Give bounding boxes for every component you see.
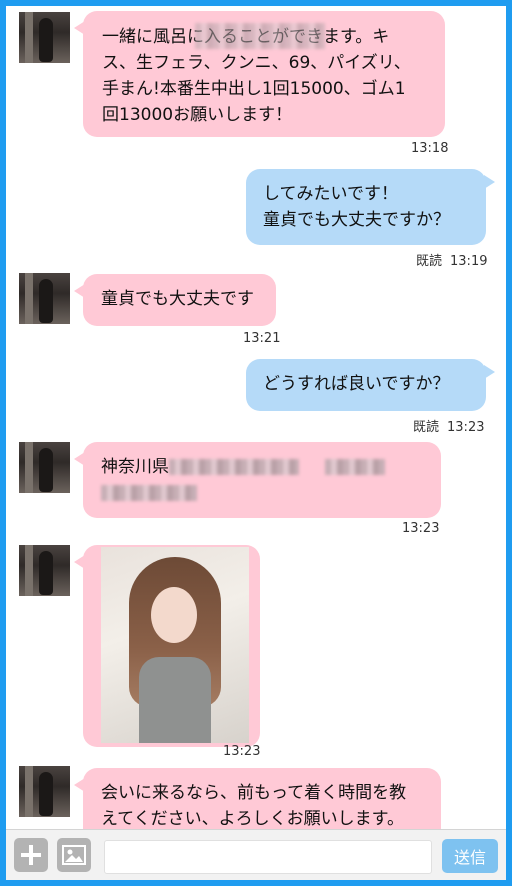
- read-status: 既読: [416, 254, 443, 269]
- message-time: 13:23: [223, 744, 261, 759]
- message-read-time: 既読 13:23: [413, 416, 484, 435]
- message-time: 13:19: [450, 254, 488, 269]
- message-line: どうすれば良いですか？: [263, 374, 450, 394]
- chat-screen: 一緒に風呂に入ることができます。キ ス、生フェラ、クンニ、69、パイズリ、 手ま…: [6, 6, 506, 880]
- message-line: 神奈川県: [101, 454, 441, 480]
- shared-photo[interactable]: [101, 547, 249, 743]
- notification-blur-overlay: [195, 23, 325, 49]
- incoming-message-bubble: 一緒に風呂に入ることができます。キ ス、生フェラ、クンニ、69、パイズリ、 手ま…: [74, 11, 445, 137]
- message-line: 会いに来るなら、前もって着く時間を教: [101, 783, 407, 803]
- message-line: ス、生フェラ、クンニ、69、パイズリ、: [102, 53, 411, 73]
- photo-subject-face: [151, 587, 197, 643]
- sender-avatar[interactable]: [19, 766, 70, 817]
- sender-avatar[interactable]: [19, 273, 70, 324]
- redacted-address-blur: [325, 459, 385, 475]
- photo-subject-top: [139, 657, 211, 743]
- message-line: 童貞でも大丈夫ですか？: [263, 210, 450, 230]
- plus-icon[interactable]: [14, 838, 48, 872]
- message-time: 13:23: [447, 420, 485, 435]
- incoming-message-bubble: 童貞でも大丈夫です: [74, 274, 276, 326]
- message-time: 13:21: [243, 331, 281, 346]
- message-read-time: 既読 13:19: [416, 250, 487, 269]
- redacted-address-blur: [169, 459, 299, 475]
- sender-avatar[interactable]: [19, 545, 70, 596]
- outgoing-message-bubble: どうすれば良いですか？: [246, 359, 495, 411]
- incoming-message-bubble: 神奈川県: [74, 442, 441, 518]
- send-button[interactable]: 送信: [442, 839, 498, 873]
- message-time: 13:23: [402, 521, 440, 536]
- message-line: 回13000お願いします！: [102, 105, 293, 125]
- sender-avatar[interactable]: [19, 12, 70, 63]
- read-status: 既読: [413, 420, 440, 435]
- redacted-address-blur: [101, 485, 197, 501]
- message-input-bar: 送信: [6, 829, 506, 880]
- message-line: 童貞でも大丈夫です: [101, 289, 254, 309]
- message-line: [101, 480, 441, 506]
- address-prefix: 神奈川県: [101, 457, 169, 477]
- message-time: 13:18: [411, 141, 449, 156]
- message-line: してみたいです！: [263, 184, 398, 204]
- image-icon[interactable]: [57, 838, 91, 872]
- outgoing-message-bubble: してみたいです！ 童貞でも大丈夫ですか？: [246, 169, 495, 245]
- message-line: 手まん!本番生中出し1回15000、ゴム1: [102, 79, 406, 99]
- message-text-input[interactable]: [104, 840, 432, 874]
- sender-avatar[interactable]: [19, 442, 70, 493]
